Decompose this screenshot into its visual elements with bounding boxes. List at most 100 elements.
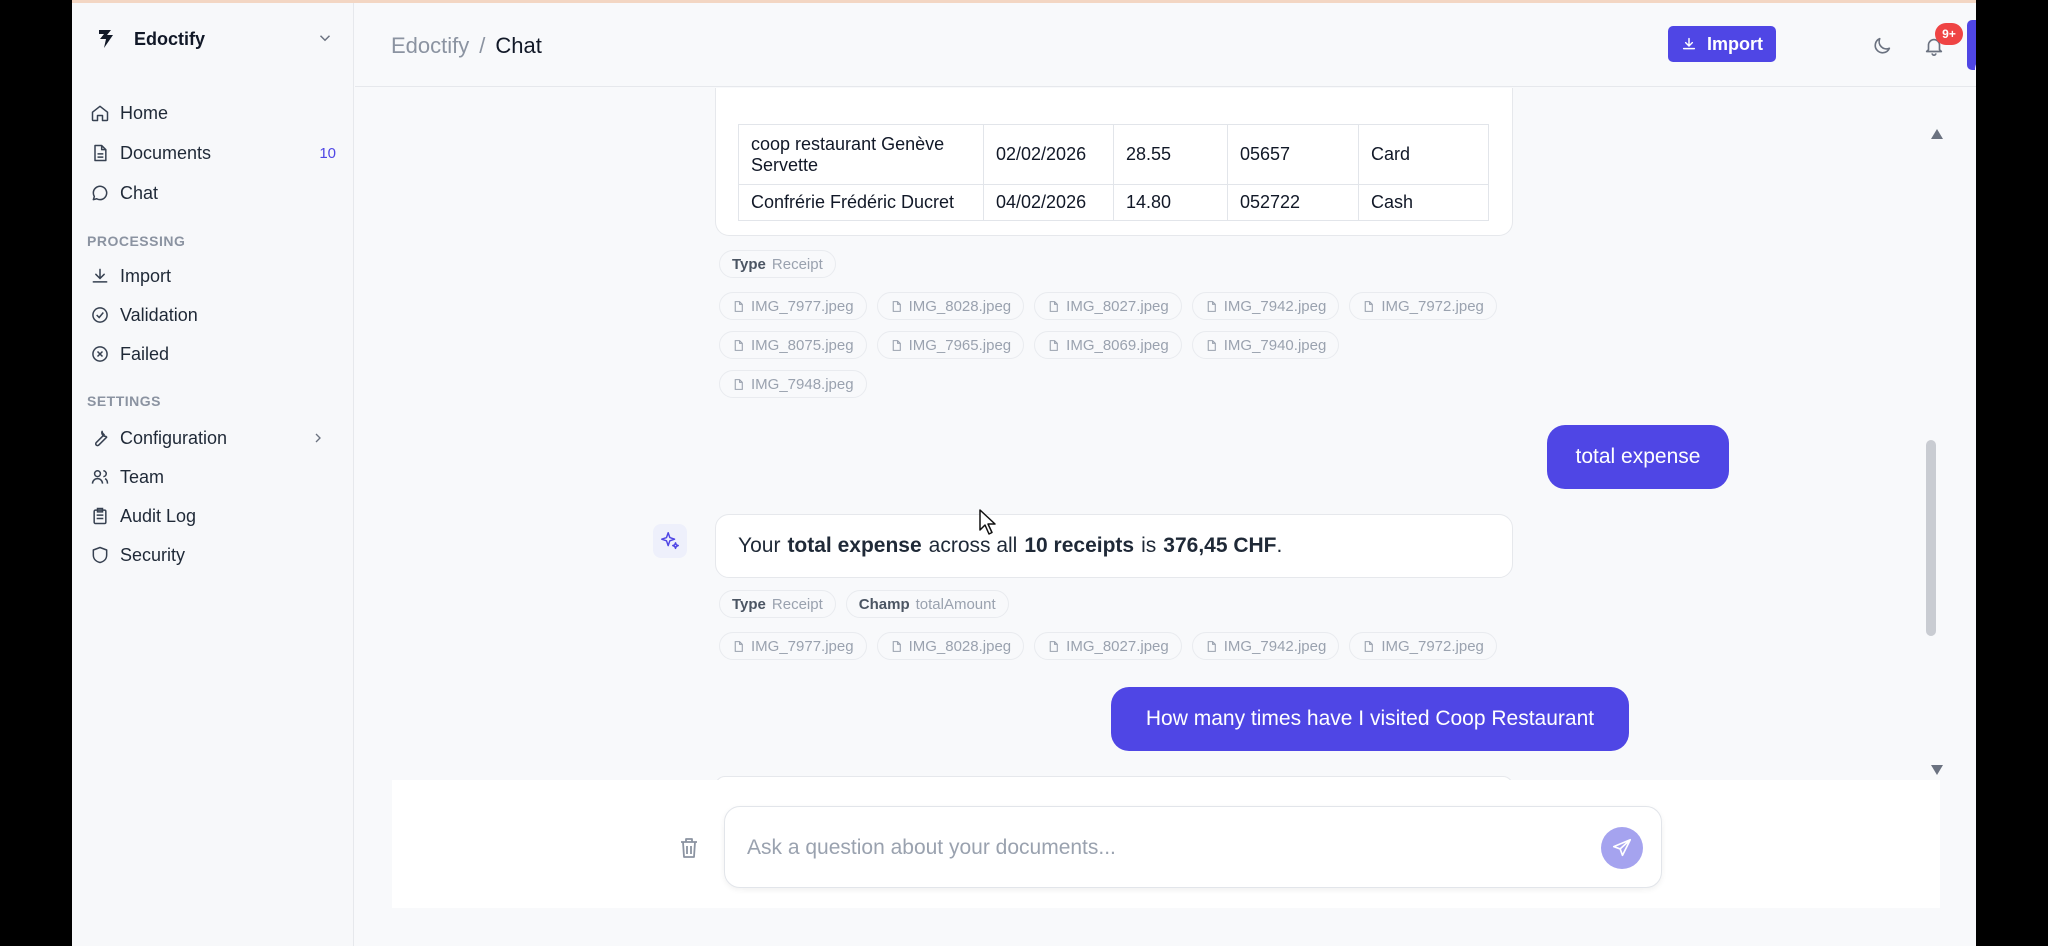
sidebar-item-team[interactable]: Team [90,462,336,492]
sidebar-item-label: Audit Log [120,505,197,526]
file-name: IMG_7972.jpeg [1381,637,1484,655]
source-file-chip[interactable]: IMG_8075.jpeg [719,331,867,359]
user-message: How many times have I visited Coop Resta… [1111,687,1629,751]
file-name: IMG_8075.jpeg [751,336,854,354]
source-file-chip[interactable]: IMG_7948.jpeg [719,370,867,398]
table-cell: 14.80 [1113,184,1228,221]
message-text: is [1141,534,1157,557]
source-file-chip[interactable]: IMG_8028.jpeg [876,292,1025,320]
mouse-cursor-icon [979,509,996,535]
source-file-chip[interactable]: IMG_8027.jpeg [1034,632,1182,660]
table-cell: Cash [1358,184,1489,221]
source-file-chip[interactable]: IMG_7977.jpeg [719,632,867,660]
file-name: IMG_7977.jpeg [751,637,854,655]
breadcrumb-root[interactable]: Edoctify [391,33,469,58]
sidebar-item-documents[interactable]: Documents 10 [90,138,336,168]
source-file-chip[interactable]: IMG_7972.jpeg [1349,632,1497,660]
chevron-right-icon[interactable] [310,430,326,446]
users-icon [91,470,109,484]
wrench-icon [95,430,108,447]
table-cell: 28.55 [1113,124,1228,185]
file-icon [734,640,743,652]
bot-response-table-card: coop restaurant Genève Servette 02/02/20… [715,88,1513,236]
source-file-chip[interactable]: IMG_7942.jpeg [1191,292,1340,320]
tag-champ: Champ totalAmount [845,590,1009,618]
sidebar-item-label: Import [120,265,172,286]
file-name: IMG_8028.jpeg [908,297,1012,315]
source-file-chip[interactable]: IMG_8028.jpeg [876,632,1025,660]
user-avatar-icon [1975,64,1976,70]
source-file-chip[interactable]: IMG_7972.jpeg [1349,292,1497,320]
source-file-chip[interactable]: IMG_7965.jpeg [876,331,1025,359]
message-text: . [1276,534,1283,557]
sidebar-item-chat[interactable]: Chat [90,178,336,208]
send-button[interactable] [1601,827,1643,869]
file-icon [892,640,901,652]
message-text: Your [738,534,781,557]
sidebar-item-audit-log[interactable]: Audit Log [90,501,336,531]
table-row: coop restaurant Genève Servette 02/02/20… [738,124,1489,185]
sidebar: Edoctify Home Documents 10 Chat PROCESSI… [72,3,354,946]
sidebar-item-label: Documents [120,142,212,163]
file-icon [1207,300,1216,312]
file-icon [1049,640,1058,652]
documents-count-badge: 10 [319,144,336,162]
document-icon [94,144,107,162]
sparkles-icon [661,532,679,550]
moon-icon[interactable] [1871,35,1893,57]
avatar[interactable] [1967,20,1976,70]
chat-input[interactable] [747,831,1567,865]
file-icon [1365,300,1374,312]
trash-icon[interactable] [678,836,700,860]
scroll-down-arrow-icon[interactable] [1930,764,1944,776]
x-circle-icon [92,346,108,362]
source-files-row: IMG_8075.jpeg IMG_7965.jpeg IMG_8069.jpe… [719,331,1340,359]
file-icon [734,300,743,312]
source-file-chip[interactable]: IMG_8027.jpeg [1034,292,1182,320]
sidebar-item-home[interactable]: Home [90,98,336,128]
tag-key: Type [732,595,766,613]
file-icon [734,339,743,351]
chat-scrollbar-thumb[interactable] [1926,440,1936,636]
tag-value: Receipt [771,595,823,613]
sidebar-item-security[interactable]: Security [90,540,336,570]
tag-value: totalAmount [915,595,996,613]
sidebar-item-import[interactable]: Import [90,261,336,291]
source-file-chip[interactable]: IMG_7977.jpeg [719,292,867,320]
workspace-name: Edoctify [134,28,206,49]
table-row: Confrérie Frédéric Ducret 04/02/2026 14.… [738,184,1489,221]
breadcrumb-separator: / [479,33,486,58]
table-cell: 02/02/2026 [983,124,1114,185]
source-files-row: IMG_7977.jpeg IMG_8028.jpeg IMG_8027.jpe… [719,632,1497,660]
check-circle-icon [92,307,108,323]
source-files-row: IMG_7977.jpeg IMG_8028.jpeg IMG_8027.jpe… [719,292,1497,320]
source-files-row: IMG_7948.jpeg [719,370,867,398]
file-icon [1365,640,1374,652]
chevron-down-icon[interactable] [316,29,334,47]
sidebar-item-configuration[interactable]: Configuration [90,423,336,453]
import-button-label: Import [1707,33,1763,54]
scroll-up-arrow-icon[interactable] [1930,128,1944,140]
sidebar-item-label: Home [120,102,169,123]
sidebar-item-validation[interactable]: Validation [90,300,336,330]
tag-key: Champ [858,595,910,613]
source-file-chip[interactable]: IMG_7942.jpeg [1191,632,1340,660]
source-file-chip[interactable]: IMG_7940.jpeg [1191,331,1340,359]
clipboard-icon [93,507,107,525]
sidebar-item-label: Security [120,544,186,565]
file-icon [1049,339,1058,351]
file-name: IMG_8069.jpeg [1066,336,1169,354]
sidebar-item-failed[interactable]: Failed [90,339,336,369]
app-window: Edoctify Home Documents 10 Chat PROCESSI… [72,0,1976,946]
source-file-chip[interactable]: IMG_8069.jpeg [1034,331,1182,359]
import-button[interactable]: Import [1668,26,1776,62]
file-name: IMG_8027.jpeg [1066,637,1169,655]
file-icon [1207,640,1216,652]
breadcrumb: Edoctify / Chat [391,33,542,59]
workspace-switcher[interactable]: Edoctify [94,27,334,51]
file-name: IMG_7977.jpeg [751,297,854,315]
file-icon [1049,300,1058,312]
file-name: IMG_7940.jpeg [1223,336,1327,354]
file-name: IMG_8028.jpeg [908,637,1012,655]
table-cell: 052722 [1227,184,1359,221]
